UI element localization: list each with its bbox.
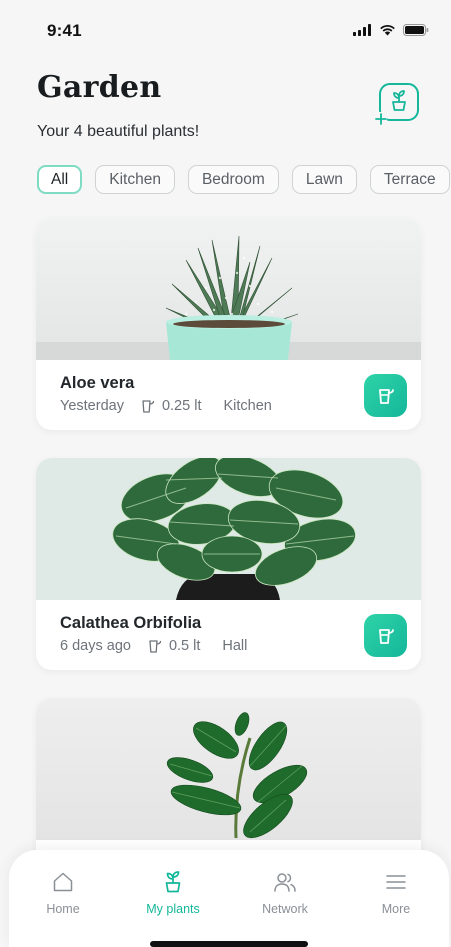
plant-photo <box>36 698 421 840</box>
home-icon <box>53 872 73 892</box>
add-plant-icon <box>375 83 419 125</box>
filter-chip-lawn[interactable]: Lawn <box>291 165 357 194</box>
wifi-icon <box>380 25 395 36</box>
tab-my-plants-label: My plants <box>146 902 200 916</box>
plant-card[interactable]: Aloe vera Yesterday 0.25 lt Kitchen <box>36 218 421 430</box>
filter-chip-bedroom[interactable]: Bedroom <box>187 165 279 194</box>
status-icons <box>353 24 429 36</box>
tab-network[interactable]: Network <box>240 870 330 918</box>
menu-icon <box>386 875 406 889</box>
watering-can-icon <box>149 640 162 653</box>
watering-can-icon <box>142 400 155 413</box>
filter-chip-terrace[interactable]: Terrace <box>369 165 450 194</box>
filter-chip-all[interactable]: All <box>37 165 83 194</box>
tab-more-label: More <box>381 902 411 916</box>
bottom-tab-bar: Home My plants Network More <box>9 850 449 947</box>
page-title: Garden <box>37 70 162 105</box>
plant-meta: 6 days ago 0.5 lt Hall <box>60 638 247 654</box>
tab-home[interactable]: Home <box>18 870 108 918</box>
plant-name: Calathea Orbifolia <box>60 614 202 632</box>
sprout-icon <box>165 871 181 893</box>
add-plant-button[interactable] <box>372 82 422 128</box>
water-amount-value: 0.25 lt <box>161 398 202 414</box>
tab-network-label: Network <box>262 902 308 916</box>
plant-photo <box>36 218 421 360</box>
tab-more[interactable]: More <box>351 870 441 918</box>
plant-name: Aloe vera <box>60 374 135 392</box>
room-filter-bar: All Kitchen Bedroom Lawn Terrace <box>37 165 451 195</box>
plant-room: Kitchen <box>223 398 272 414</box>
last-watered: Yesterday <box>60 398 124 414</box>
plant-card[interactable]: Calathea Orbifolia 6 days ago 0.5 lt Hal… <box>36 458 421 670</box>
water-plant-button[interactable] <box>364 374 407 417</box>
water-plant-button[interactable] <box>364 614 407 657</box>
tab-home-label: Home <box>46 902 80 916</box>
signal-icon <box>353 24 371 36</box>
people-icon <box>274 873 296 892</box>
water-amount: 0.25 lt <box>140 398 202 414</box>
plant-meta: Yesterday 0.25 lt Kitchen <box>60 398 272 414</box>
water-amount: 0.5 lt <box>147 638 200 654</box>
tab-my-plants[interactable]: My plants <box>128 870 218 918</box>
status-bar: 9:41 <box>0 0 451 60</box>
plant-room: Hall <box>222 638 248 654</box>
page-subtitle: Your 4 beautiful plants! <box>37 123 200 140</box>
water-amount-value: 0.5 lt <box>168 638 201 654</box>
last-watered: 6 days ago <box>60 638 131 654</box>
watering-can-icon <box>378 628 394 644</box>
plant-photo <box>36 458 421 600</box>
home-indicator <box>150 941 308 947</box>
filter-chip-kitchen[interactable]: Kitchen <box>95 165 175 194</box>
watering-can-icon <box>378 388 394 404</box>
status-time: 9:41 <box>47 21 82 40</box>
battery-icon <box>403 24 429 36</box>
